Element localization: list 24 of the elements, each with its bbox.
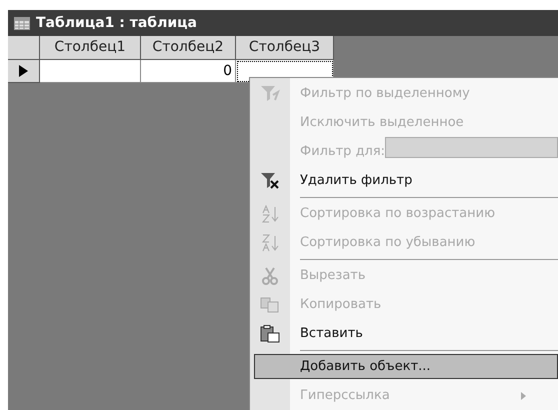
column-header[interactable]: Столбец2 [141, 36, 236, 60]
sort-ascending-icon [260, 204, 280, 222]
filter-input-field[interactable] [385, 137, 558, 158]
current-row-icon [19, 65, 28, 77]
clipboard-icon [260, 324, 280, 342]
filter-label: Фильтр для: [299, 142, 386, 161]
table-icon [14, 16, 30, 30]
window-title: Таблица1 : таблица [36, 14, 197, 32]
table-cell[interactable] [40, 60, 141, 83]
column-header[interactable]: Столбец1 [40, 36, 141, 60]
filter-icon [260, 84, 280, 102]
corner-cell [8, 36, 40, 60]
menu-item-label: Гиперссылка [300, 386, 391, 405]
table-cell[interactable]: 0 [141, 60, 236, 83]
scissors-icon [260, 266, 280, 284]
sort-descending-icon [260, 234, 280, 252]
submenu-arrow-icon [521, 392, 526, 400]
menu-item[interactable]: Вставить [290, 319, 558, 348]
row-selector[interactable] [8, 60, 40, 83]
menu-item[interactable]: Добавить объект... [254, 354, 558, 379]
column-header[interactable]: Столбец3 [236, 36, 334, 60]
copy-icon [260, 296, 280, 314]
remove-filter-icon [260, 172, 280, 190]
menu-item[interactable]: Удалить фильтр [290, 166, 558, 195]
